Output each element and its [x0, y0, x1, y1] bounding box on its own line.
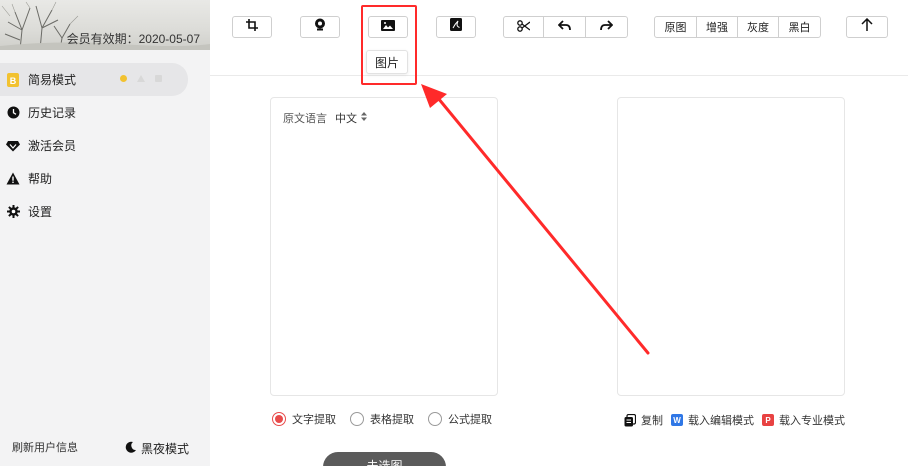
dot-icon [120, 75, 127, 82]
source-panel[interactable]: 原文语言 中文 [270, 97, 498, 396]
edit-tools-group [503, 16, 628, 38]
source-language-row: 原文语言 中文 [283, 110, 367, 126]
redo-button[interactable] [586, 17, 627, 37]
radio-icon [350, 412, 364, 426]
camera-button[interactable] [300, 16, 340, 38]
sidebar-item-history[interactable]: 历史记录 [0, 96, 210, 129]
refresh-user-info-link[interactable]: 刷新用户信息 [12, 439, 78, 455]
scissors-icon [517, 19, 531, 35]
toolbar: 原图 增强 灰度 黑白 [210, 0, 908, 76]
app-window: 会员有效期：2020-05-07 B 简易模式 历史记录 激活会员 帮助 设置 … [0, 0, 908, 466]
crop-icon [246, 18, 258, 36]
sidebar-item-label: 设置 [28, 205, 53, 219]
pdf-icon [450, 18, 462, 36]
triangle-icon [137, 75, 145, 82]
radio-icon [428, 412, 442, 426]
pdf-button[interactable] [436, 16, 476, 38]
option-text-extract[interactable]: 文字提取 [272, 411, 336, 427]
upload-button[interactable] [846, 16, 888, 38]
sidebar: 会员有效期：2020-05-07 B 简易模式 历史记录 激活会员 帮助 设置 … [0, 0, 210, 466]
arrow-up-icon [861, 17, 873, 36]
sidebar-item-activate-membership[interactable]: 激活会员 [0, 129, 210, 162]
option-label: 表格提取 [370, 414, 414, 426]
sidebar-item-label: 历史记录 [28, 106, 77, 120]
crop-button[interactable] [232, 16, 272, 38]
sidebar-item-label: 简易模式 [28, 73, 77, 87]
night-mode-label: 黑夜模式 [141, 442, 190, 456]
clock-icon [6, 106, 20, 120]
source-language-select[interactable]: 中文 [335, 110, 367, 126]
membership-banner: 会员有效期：2020-05-07 [0, 0, 210, 50]
cut-button[interactable] [504, 17, 545, 37]
option-table-extract[interactable]: 表格提取 [350, 411, 414, 427]
redo-icon [599, 20, 614, 34]
extract-options: 文字提取 表格提取 公式提取 [272, 411, 506, 427]
option-label: 公式提取 [448, 414, 492, 426]
sidebar-item-simple-mode[interactable]: B 简易模式 [0, 63, 188, 96]
view-mode-original[interactable]: 原图 [655, 17, 697, 37]
sidebar-item-settings[interactable]: 设置 [0, 195, 210, 228]
image-button-highlight [361, 5, 417, 85]
undo-button[interactable] [544, 17, 586, 37]
sidebar-item-label: 激活会员 [28, 139, 77, 153]
diamond-icon [6, 139, 20, 153]
mode-indicator-dots [120, 75, 162, 82]
sidebar-item-help[interactable]: 帮助 [0, 162, 210, 195]
svg-text:B: B [10, 76, 17, 86]
view-mode-enhance[interactable]: 增强 [697, 17, 738, 37]
square-icon [155, 75, 162, 82]
sidebar-item-label: 帮助 [28, 172, 53, 186]
copy-label: 复制 [641, 415, 663, 427]
gear-icon [6, 205, 20, 219]
copy-button[interactable]: 复制 [624, 412, 663, 428]
load-edit-mode-button[interactable]: W 载入编辑模式 [671, 412, 754, 428]
source-language-label: 原文语言 [283, 113, 327, 125]
b-square-icon: B [6, 72, 20, 87]
webcam-icon [314, 18, 326, 36]
membership-expiry: 会员有效期：2020-05-07 [66, 32, 200, 46]
copy-icon [624, 413, 636, 427]
option-formula-extract[interactable]: 公式提取 [428, 411, 492, 427]
sidebar-nav: B 简易模式 历史记录 激活会员 帮助 设置 [0, 63, 210, 228]
radio-selected-icon [272, 412, 286, 426]
result-actions: 复制 W 载入编辑模式 P 载入专业模式 [624, 412, 853, 428]
option-label: 文字提取 [292, 414, 336, 426]
moon-icon [125, 441, 137, 456]
undo-icon [557, 20, 571, 34]
sort-arrows-icon [361, 112, 367, 124]
view-mode-gray[interactable]: 灰度 [738, 17, 779, 37]
view-mode-group: 原图 增强 灰度 黑白 [654, 16, 821, 38]
source-language-value: 中文 [335, 113, 357, 125]
view-mode-bw[interactable]: 黑白 [779, 17, 820, 37]
result-panel[interactable] [617, 97, 845, 396]
load-edit-label: 载入编辑模式 [688, 415, 754, 427]
load-pro-mode-button[interactable]: P 载入专业模式 [762, 412, 845, 428]
no-image-selected-button[interactable]: 未选图 [323, 452, 446, 466]
ppt-icon: P [762, 414, 774, 426]
warning-icon [6, 172, 20, 186]
night-mode-toggle[interactable]: 黑夜模式 [125, 440, 189, 457]
load-pro-label: 载入专业模式 [779, 415, 845, 427]
word-icon: W [671, 414, 683, 426]
